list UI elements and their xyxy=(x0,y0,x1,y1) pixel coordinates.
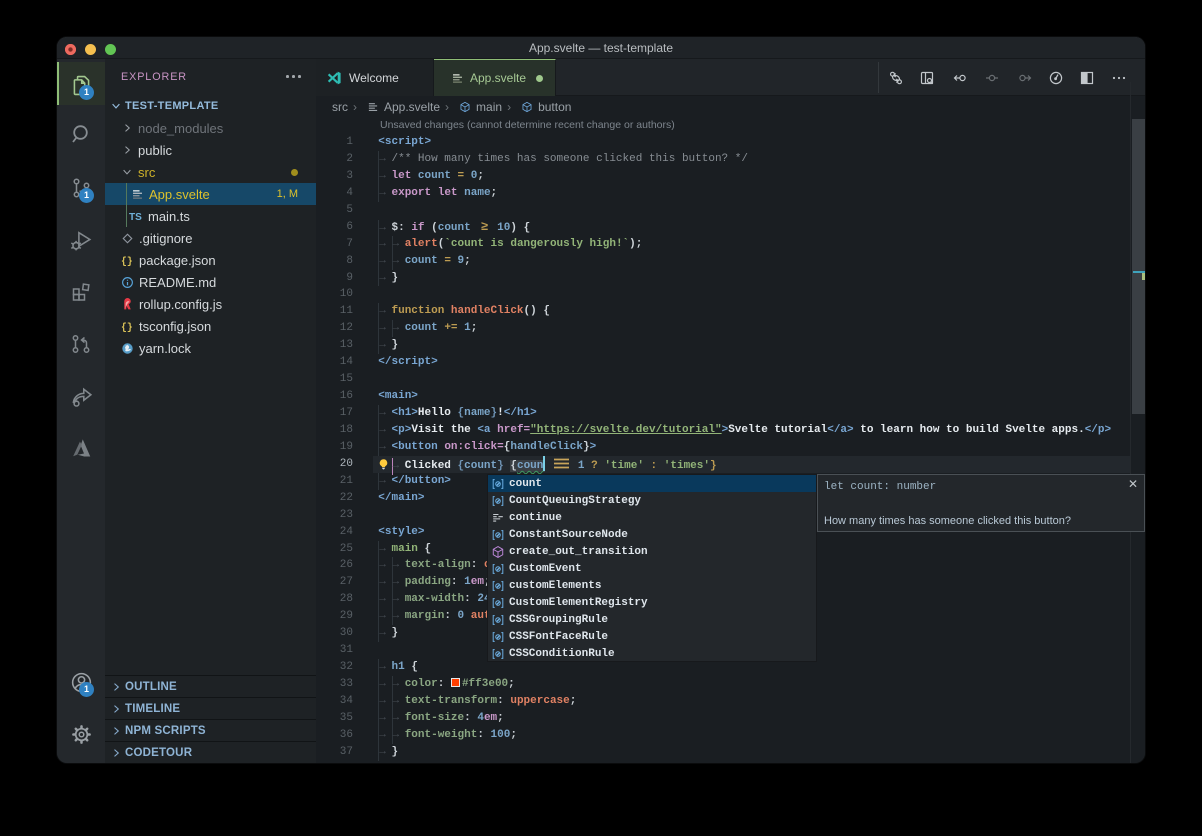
svg-text:{}: {} xyxy=(121,322,133,333)
svg-text:{}: {} xyxy=(121,256,133,267)
svg-text:TS: TS xyxy=(129,212,142,223)
